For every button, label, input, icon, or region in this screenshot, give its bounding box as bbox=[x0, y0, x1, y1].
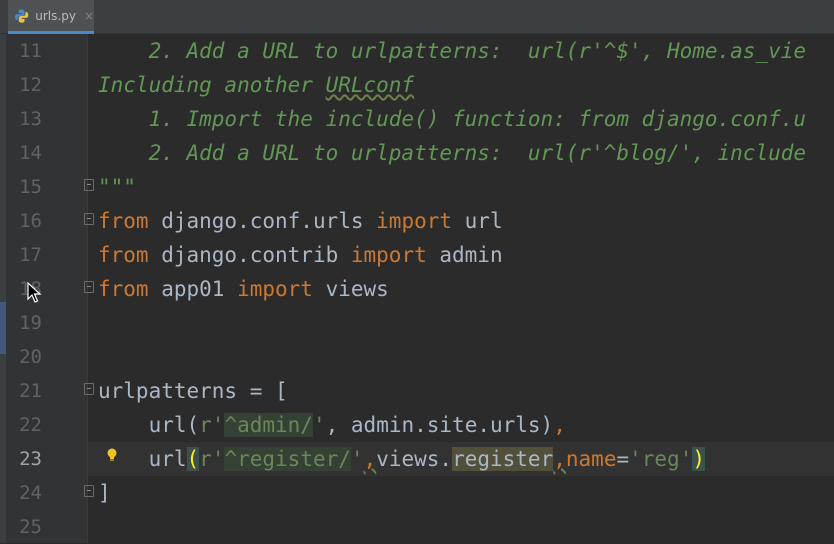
docstring-text: 2. Add a URL to urlpatterns: url(r'^$', … bbox=[98, 39, 807, 63]
python-file-icon bbox=[14, 8, 29, 23]
code-editor[interactable]: 2. Add a URL to urlpatterns: url(r'^$', … bbox=[88, 34, 834, 543]
docstring-text: 1. Import the include() function: from d… bbox=[98, 107, 807, 131]
line-number: 12 bbox=[19, 74, 42, 96]
closing-bracket: ] bbox=[98, 481, 111, 505]
code-line-current[interactable]: url(r'^register/',views.register,name='r… bbox=[88, 442, 834, 476]
line-number: 21 bbox=[19, 380, 42, 402]
line-number: 19 bbox=[19, 312, 42, 334]
editor-tab-bar: urls.py × bbox=[0, 0, 834, 34]
line-number: 25 bbox=[19, 516, 42, 538]
line-number: 17 bbox=[19, 244, 42, 266]
tab-label: urls.py bbox=[35, 8, 76, 23]
line-number: 11 bbox=[19, 40, 42, 62]
url-entry: url(r'^register/',views.register,name='r… bbox=[98, 447, 705, 471]
line-number-gutter: 11 12 13 14 15 16 17 18 19 20 21 22 23 2… bbox=[6, 34, 94, 543]
code-line[interactable]: """ bbox=[88, 170, 834, 204]
code-line[interactable]: 1. Import the include() function: from d… bbox=[88, 102, 834, 136]
code-line[interactable]: from django.contrib import admin bbox=[88, 238, 834, 272]
code-line[interactable]: ] bbox=[88, 476, 834, 510]
mouse-pointer-icon bbox=[27, 282, 42, 303]
lightbulb-icon[interactable] bbox=[106, 448, 118, 462]
line-number: 16 bbox=[19, 210, 42, 232]
code-line[interactable] bbox=[88, 340, 834, 374]
code-line[interactable]: urlpatterns = [ bbox=[88, 374, 834, 408]
import-statement: from django.conf.urls import url bbox=[98, 209, 503, 233]
urlpatterns-assignment: urlpatterns = [ bbox=[98, 379, 288, 403]
line-number: 15 bbox=[19, 176, 42, 198]
docstring-end: """ bbox=[98, 175, 136, 199]
url-entry: url(r'^admin/', admin.site.urls), bbox=[98, 413, 566, 437]
code-line[interactable]: Including another URLconf bbox=[88, 68, 834, 102]
docstring-text: Including another URLconf bbox=[98, 73, 415, 97]
line-number: 20 bbox=[19, 346, 42, 368]
code-line[interactable]: 2. Add a URL to urlpatterns: url(r'^blog… bbox=[88, 136, 834, 170]
code-line[interactable]: from django.conf.urls import url bbox=[88, 204, 834, 238]
import-statement: from django.contrib import admin bbox=[98, 243, 503, 267]
line-number: 13 bbox=[19, 108, 42, 130]
code-line[interactable]: from app01 import views bbox=[88, 272, 834, 306]
import-statement: from app01 import views bbox=[98, 277, 389, 301]
code-line[interactable]: url(r'^admin/', admin.site.urls), bbox=[88, 408, 834, 442]
docstring-text: 2. Add a URL to urlpatterns: url(r'^blog… bbox=[98, 141, 807, 165]
line-number: 22 bbox=[19, 414, 42, 436]
line-number: 14 bbox=[19, 142, 42, 164]
tab-urls-py[interactable]: urls.py × bbox=[8, 0, 94, 34]
code-line[interactable] bbox=[88, 510, 834, 544]
line-number: 24 bbox=[19, 482, 42, 504]
code-line[interactable]: 2. Add a URL to urlpatterns: url(r'^$', … bbox=[88, 34, 834, 68]
close-tab-icon[interactable]: × bbox=[84, 9, 94, 23]
line-number-current: 23 bbox=[19, 448, 42, 470]
code-line[interactable] bbox=[88, 306, 834, 340]
